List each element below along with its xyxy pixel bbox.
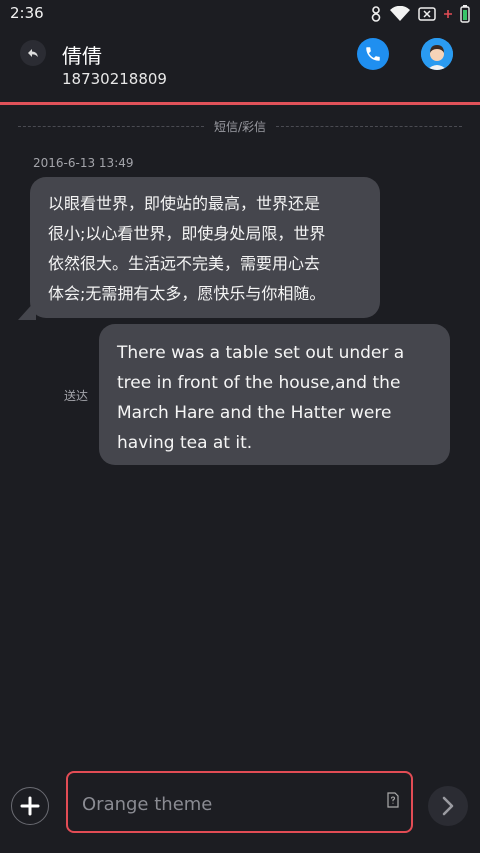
plus-icon bbox=[20, 796, 40, 816]
outgoing-message-line: tree in front of the house,and the bbox=[117, 373, 401, 393]
contact-name: 倩倩 bbox=[62, 44, 102, 68]
back-button[interactable] bbox=[20, 40, 46, 66]
sim-card-icon[interactable] bbox=[387, 792, 399, 808]
battery-icon bbox=[460, 5, 470, 23]
header-accent-line bbox=[0, 102, 480, 105]
message-composer[interactable] bbox=[66, 771, 413, 833]
phone-icon bbox=[366, 47, 380, 61]
message-input[interactable] bbox=[80, 790, 374, 818]
divider-line-right bbox=[276, 125, 463, 127]
message-timestamp: 2016-6-13 13:49 bbox=[33, 156, 134, 170]
incoming-message-bubble[interactable]: 以眼看世界，即使站的最高，世界还是 很小;以心看世界，即使身处局限，世界 依然很… bbox=[30, 177, 380, 318]
incoming-message-line: 以眼看世界，即使站的最高，世界还是 bbox=[48, 194, 321, 213]
avatar-icon bbox=[421, 38, 453, 70]
add-attachment-button[interactable] bbox=[11, 787, 49, 825]
conversation-header: 倩倩 18730218809 bbox=[0, 28, 480, 105]
person-icon bbox=[371, 6, 381, 22]
charging-plus-icon bbox=[444, 10, 452, 18]
status-icons bbox=[370, 5, 470, 23]
divider-line-left bbox=[18, 125, 204, 127]
chevron-right-icon bbox=[442, 796, 454, 816]
outgoing-message-line: having tea at it. bbox=[117, 433, 253, 453]
outgoing-message-line: March Hare and the Hatter were bbox=[117, 403, 392, 423]
back-arrow-icon bbox=[28, 49, 38, 57]
status-time: 2:36 bbox=[10, 4, 44, 22]
incoming-message-line: 很小;以心看世界，即使身处局限，世界 bbox=[48, 224, 326, 243]
no-sim-icon bbox=[418, 7, 436, 21]
call-button[interactable] bbox=[357, 38, 389, 70]
send-button[interactable] bbox=[428, 786, 468, 826]
outgoing-message-bubble[interactable]: There was a table set out under a tree i… bbox=[99, 324, 450, 465]
contact-number: 18730218809 bbox=[62, 70, 167, 88]
delivery-status: 送达 bbox=[64, 389, 89, 403]
message-type-label: 短信/彩信 bbox=[213, 119, 267, 134]
incoming-message-line: 依然很大。生活远不完美，需要用心去 bbox=[48, 254, 321, 273]
wifi-icon bbox=[390, 6, 410, 21]
status-bar: 2:36 bbox=[0, 0, 480, 28]
message-type-divider: 短信/彩信 bbox=[18, 117, 463, 135]
contact-avatar[interactable] bbox=[421, 38, 453, 70]
incoming-message-line: 体会;无需拥有太多，愿快乐与你相随。 bbox=[48, 284, 326, 303]
outgoing-message-line: There was a table set out under a bbox=[117, 343, 405, 363]
